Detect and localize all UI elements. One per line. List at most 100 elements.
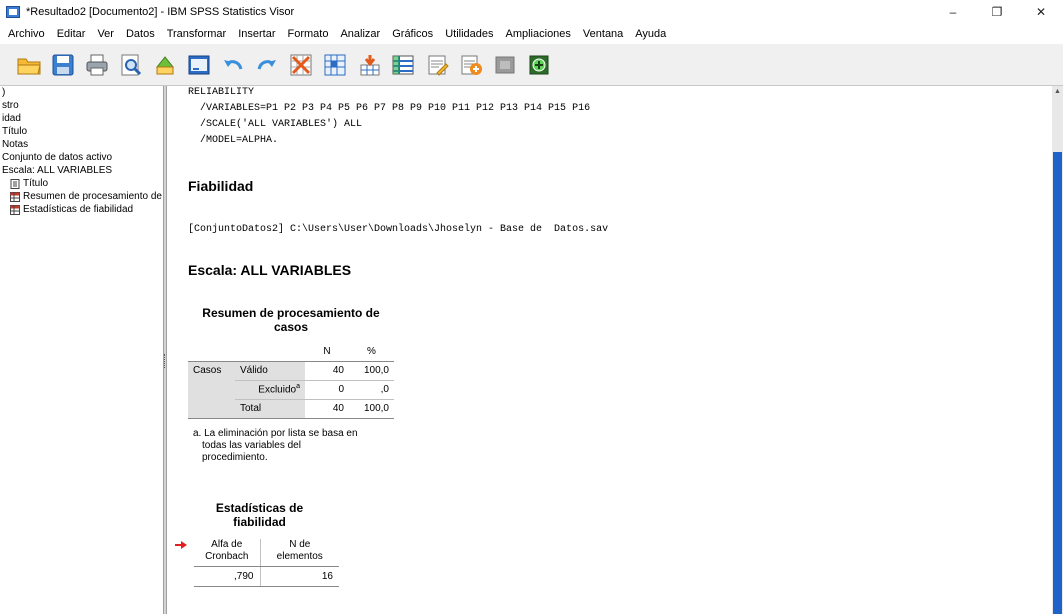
- goto-case-button[interactable]: [320, 50, 350, 80]
- menu-utilidades[interactable]: Utilidades: [439, 28, 499, 40]
- outline-item-label: stro: [2, 100, 19, 111]
- outline-item-titulo[interactable]: Título: [0, 125, 163, 138]
- goto-variable-icon: [360, 54, 380, 75]
- menu-analizar[interactable]: Analizar: [334, 28, 386, 40]
- outline-item-notas[interactable]: Notas: [0, 138, 163, 151]
- col-header-n: N: [305, 342, 349, 362]
- table-row: Excluidoa 0 ,0: [188, 380, 394, 400]
- table1-title-line: casos: [273, 320, 309, 334]
- col-header-n-items: elementos: [276, 551, 323, 562]
- close-button[interactable]: ✕: [1019, 0, 1063, 24]
- open-button[interactable]: [14, 50, 44, 80]
- table2-title: Estadísticas de fiabilidad: [194, 501, 325, 529]
- recall-dialog-button[interactable]: [184, 50, 214, 80]
- table1-footnote: a. La eliminación por lista se basa en t…: [193, 428, 358, 464]
- open-folder-icon: [17, 58, 41, 74]
- col-header-n-items: N de: [289, 539, 311, 550]
- outline-item-estadisticas[interactable]: Estadísticas de fiabilidad: [0, 203, 163, 216]
- goto-variable-button[interactable]: [354, 50, 384, 80]
- menu-formato[interactable]: Formato: [282, 28, 335, 40]
- create-chart-button[interactable]: [524, 50, 554, 80]
- syntax-line: /VARIABLES=P1 P2 P3 P4 P5 P6 P7 P8 P9 P1…: [188, 103, 591, 114]
- outline-item-label: idad: [2, 113, 21, 124]
- print-preview-icon: [121, 54, 142, 75]
- minimize-button[interactable]: –: [931, 0, 975, 24]
- save-button[interactable]: [48, 50, 78, 80]
- syntax-line: RELIABILITY: [188, 87, 255, 98]
- reliability-statistics-table[interactable]: Alfa de Cronbach N de elementos ,790 16: [194, 539, 339, 587]
- heading-fiabilidad: Fiabilidad: [188, 178, 254, 194]
- disabled-toolbar-button: [490, 50, 520, 80]
- vertical-scrollbar[interactable]: ▲: [1052, 86, 1063, 614]
- table2-title-line: fiabilidad: [233, 515, 286, 529]
- menu-ventana[interactable]: Ventana: [577, 28, 629, 40]
- outline-item-escala-titulo[interactable]: Título: [0, 177, 163, 190]
- export-button[interactable]: [150, 50, 180, 80]
- undo-icon: [224, 59, 243, 70]
- scroll-up-icon[interactable]: ▲: [1053, 87, 1062, 96]
- splitter-grip[interactable]: [164, 354, 166, 368]
- redo-button[interactable]: [252, 50, 282, 80]
- cell-pct: ,0: [349, 380, 394, 400]
- dialog-recall-icon: [188, 55, 210, 74]
- outline-item-root[interactable]: ): [0, 86, 163, 99]
- menu-transformar[interactable]: Transformar: [161, 28, 233, 40]
- outline-item-fiabilidad[interactable]: idad: [0, 112, 163, 125]
- title-doc-icon: [10, 178, 20, 189]
- table-header-row: N %: [188, 342, 394, 362]
- goto-case-icon: [324, 54, 346, 75]
- outline-item-conjunto-datos[interactable]: Conjunto de datos activo: [0, 151, 163, 164]
- menu-ayuda[interactable]: Ayuda: [629, 28, 672, 40]
- scrollbar-thumb[interactable]: [1053, 152, 1062, 614]
- insert-output-button[interactable]: [422, 50, 452, 80]
- menu-datos[interactable]: Datos: [120, 28, 161, 40]
- variables-icon: [392, 55, 414, 74]
- disabled-icon: [495, 56, 515, 73]
- table1-title-line: Resumen de procesamiento de: [202, 306, 380, 320]
- syntax-line: /SCALE('ALL VARIABLES') ALL: [188, 119, 363, 130]
- window-title: *Resultado2 [Documento2] - IBM SPSS Stat…: [26, 6, 295, 18]
- outline-item-label: Estadísticas de fiabilidad: [23, 204, 134, 215]
- menu-ver[interactable]: Ver: [91, 28, 120, 40]
- row-group-label: Casos: [188, 361, 235, 380]
- outline-pane: ) stro idad Título Notas Conjunto de dat…: [0, 86, 163, 614]
- menu-editar[interactable]: Editar: [51, 28, 92, 40]
- insert-text-button[interactable]: [456, 50, 486, 80]
- menu-ampliaciones[interactable]: Ampliaciones: [500, 28, 577, 40]
- outline-item-label: Título: [2, 126, 28, 137]
- export-icon: [155, 55, 175, 74]
- footnote-line: a. La eliminación por lista se basa en: [193, 428, 358, 439]
- print-button[interactable]: [82, 50, 112, 80]
- dataset-path: [ConjuntoDatos2] C:\Users\User\Downloads…: [188, 224, 609, 235]
- table-row: ,790 16: [194, 566, 339, 587]
- red-arrow-icon: [175, 541, 187, 549]
- variables-button[interactable]: [388, 50, 418, 80]
- cell-n: 40: [305, 361, 349, 381]
- outline-item-resumen[interactable]: Resumen de procesamiento de: [0, 190, 163, 203]
- table2-title-line: Estadísticas de: [215, 501, 304, 515]
- pivot-table-icon: [10, 191, 20, 202]
- outline-item-label: ): [2, 87, 6, 98]
- output-content-pane: RELIABILITY /VARIABLES=P1 P2 P3 P4 P5 P6…: [167, 86, 1052, 614]
- restore-button[interactable]: ❐: [975, 0, 1019, 24]
- cell-n-items: 16: [260, 566, 339, 587]
- title-bar: *Resultado2 [Documento2] - IBM SPSS Stat…: [0, 0, 1063, 24]
- col-header-pct: %: [349, 342, 394, 362]
- undo-button[interactable]: [218, 50, 248, 80]
- outline-item-escala[interactable]: Escala: ALL VARIABLES: [0, 164, 163, 177]
- pivot-table-icon: [10, 204, 20, 215]
- goto-data-button[interactable]: [286, 50, 316, 80]
- print-icon: [86, 54, 108, 75]
- syntax-line: /MODEL=ALPHA.: [188, 135, 279, 146]
- cell-pct: 100,0: [349, 361, 394, 381]
- outline-item-label: Título: [23, 178, 49, 189]
- menu-insertar[interactable]: Insertar: [232, 28, 281, 40]
- print-preview-button[interactable]: [116, 50, 146, 80]
- table1-title: Resumen de procesamiento de casos: [188, 306, 394, 334]
- menu-graficos[interactable]: Gráficos: [386, 28, 439, 40]
- outline-item-registro[interactable]: stro: [0, 99, 163, 112]
- case-processing-table[interactable]: N % Casos Válido 40 100,0 Excluidoa 0 ,0…: [188, 342, 394, 419]
- menu-archivo[interactable]: Archivo: [2, 28, 51, 40]
- cell-n: 40: [305, 399, 349, 419]
- table-header-row: Alfa de Cronbach N de elementos: [194, 539, 339, 567]
